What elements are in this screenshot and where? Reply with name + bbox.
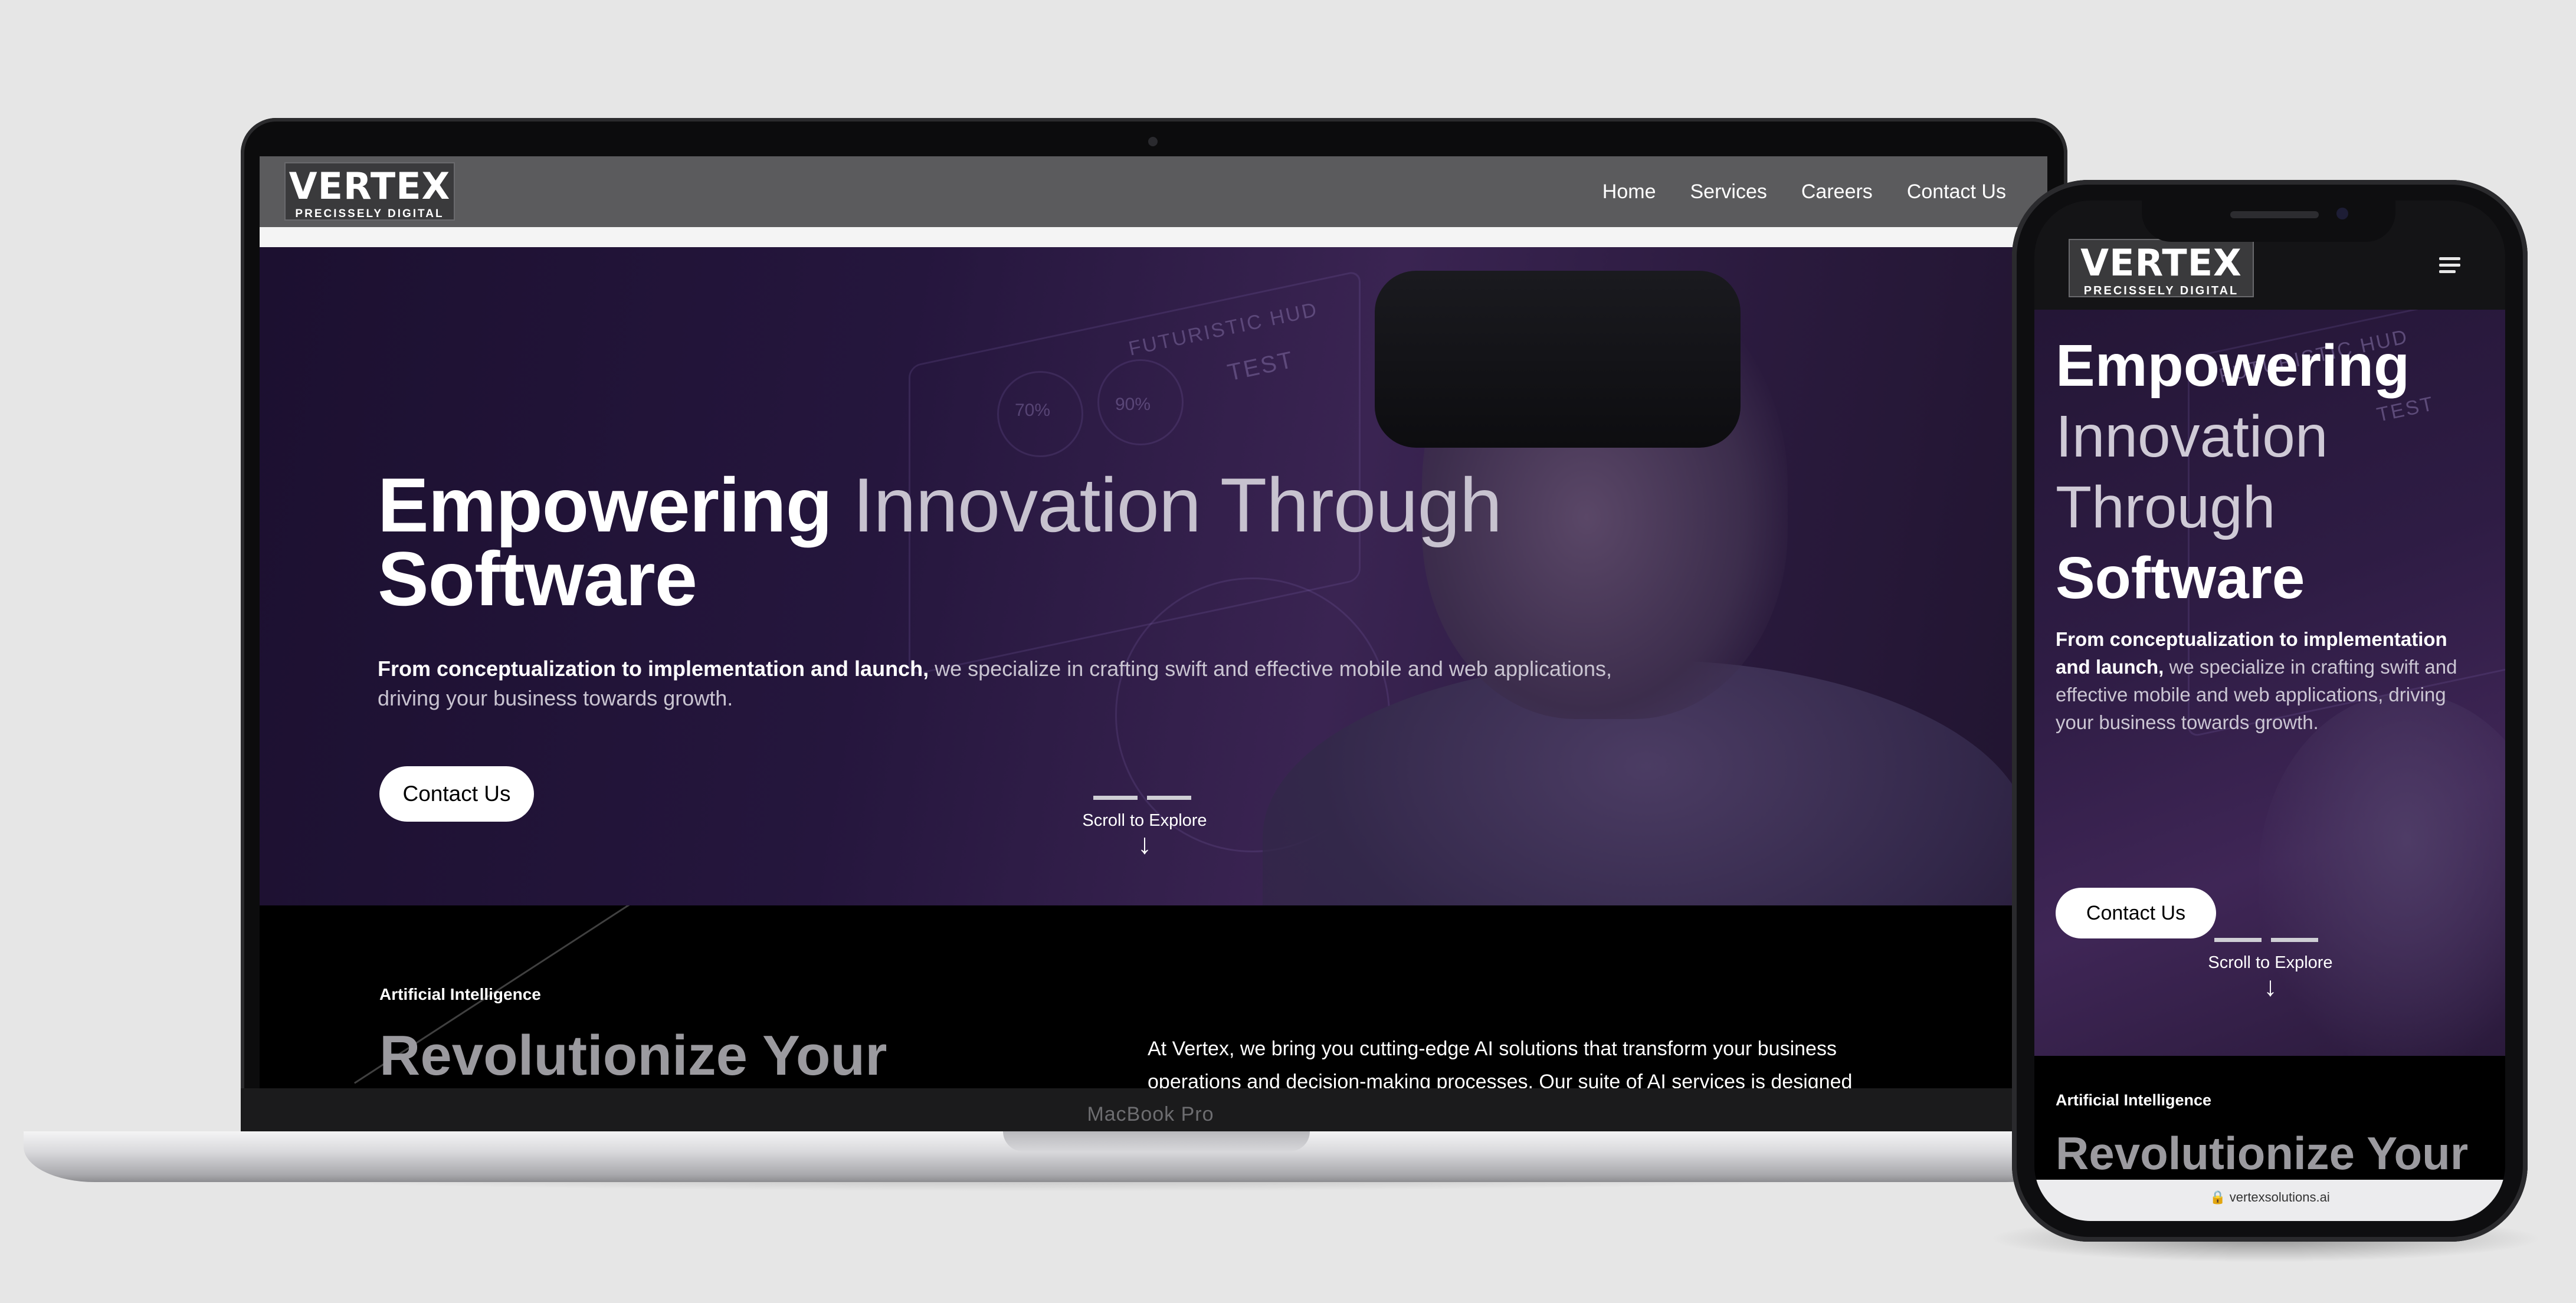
laptop-camera (1148, 137, 1158, 146)
hero-title-bold: Software (2056, 545, 2305, 611)
section-kicker: Artificial Intelligence (2056, 1091, 2212, 1109)
laptop-opening-notch (1003, 1131, 1310, 1151)
arrow-down-icon[interactable]: ↓ (2247, 970, 2294, 1002)
section-heading: Revolutionize Your (2056, 1127, 2469, 1179)
nav-contact-link[interactable]: Contact Us (1907, 180, 2006, 204)
phone-speaker (2230, 211, 2319, 218)
section-heading: Revolutionize Your (379, 1024, 887, 1087)
desktop-hero: FUTURISTIC HUD TEST 70% 90% Empowering I… (260, 247, 2047, 905)
hero-title: Empowering Innovation Through Software (378, 467, 1676, 617)
hamburger-menu-icon[interactable] (2439, 257, 2460, 273)
logo-wordmark: VERTEX (2080, 241, 2242, 284)
nav-services-link[interactable]: Services (1690, 180, 1767, 204)
mobile-logo[interactable]: VERTEX PRECISSELY DIGITAL (2069, 239, 2254, 297)
scroll-indicator-bars (2214, 938, 2318, 942)
logo-tagline: PRECISSELY DIGITAL (295, 208, 444, 220)
logo-tagline: PRECISSELY DIGITAL (2083, 284, 2239, 297)
hero-description: From conceptualization to implementation… (378, 654, 1646, 713)
nav-careers-link[interactable]: Careers (1801, 180, 1873, 204)
hud-label: 90% (1115, 395, 1151, 414)
phone-camera (2336, 208, 2348, 219)
hero-title-bold: Software (378, 536, 697, 622)
logo-wordmark: VERTEX (289, 165, 451, 208)
laptop-model-label: MacBook Pro (1087, 1103, 1214, 1125)
hud-label: 70% (1015, 401, 1051, 420)
section-kicker: Artificial Intelligence (379, 985, 541, 1003)
hero-desc-bold: From conceptualization to implementation… (378, 657, 929, 681)
mobile-contact-us-button[interactable]: Contact Us (2056, 888, 2216, 938)
mobile-url-bar[interactable]: 🔒 vertexsolutions.ai (2034, 1180, 2505, 1221)
desktop-logo[interactable]: VERTEX PRECISSELY DIGITAL (284, 162, 455, 221)
desktop-navbar: VERTEX PRECISSELY DIGITAL Home Services … (260, 156, 2047, 227)
mobile-hero-description: From conceptualization to implementation… (2056, 625, 2469, 736)
mobile-ai-section: Artificial Intelligence Revolutionize Yo… (2034, 1056, 2505, 1180)
hero-person-figure (2259, 693, 2505, 1056)
hero-title-light: Innovation (2056, 403, 2328, 470)
arrow-down-icon[interactable]: ↓ (1121, 828, 1168, 861)
contact-us-button[interactable]: Contact Us (379, 766, 534, 822)
hero-title-light: Through (2056, 474, 2276, 540)
vr-headset-image (1375, 271, 1741, 448)
laptop-screen: VERTEX PRECISSELY DIGITAL Home Services … (260, 156, 2047, 1088)
nav-divider-strip (260, 227, 2047, 247)
mobile-hero-title: Empowering Innovation Through Software (2056, 330, 2492, 613)
nav-home-link[interactable]: Home (1602, 180, 1656, 204)
ai-section: Artificial Intelligence Revolutionize Yo… (260, 905, 2047, 1088)
section-body: At Vertex, we bring you cutting-edge AI … (1148, 1038, 1853, 1088)
phone-screen: VERTEX PRECISSELY DIGITAL FUTURISTIC HUD… (2034, 201, 2505, 1221)
hero-title-light: Innovation Through (853, 462, 1502, 548)
desktop-nav-links: Home Services Careers Contact Us (1602, 174, 2006, 209)
scroll-indicator-bars (1093, 796, 1191, 800)
hero-title-bold: Empowering (2056, 333, 2410, 399)
phone-notch (2142, 195, 2395, 242)
